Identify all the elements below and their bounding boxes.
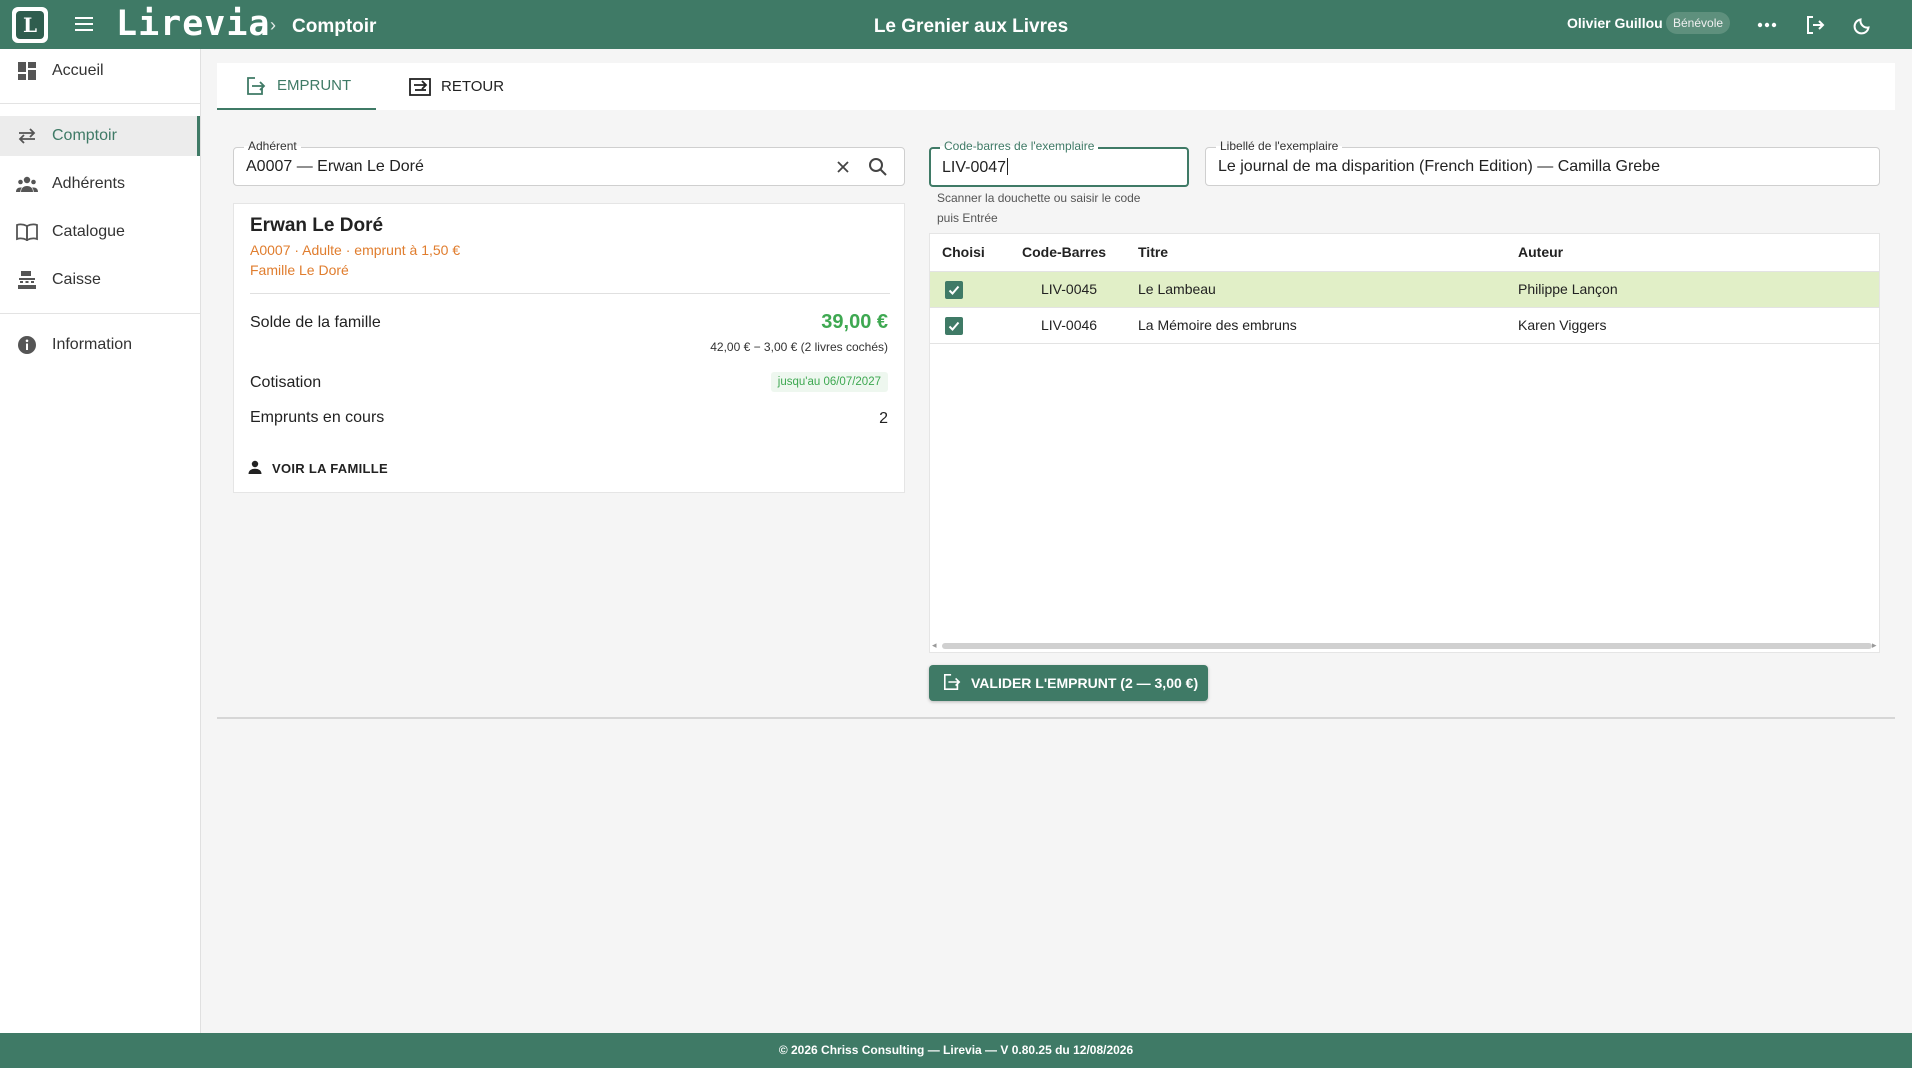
app-logo[interactable]: L bbox=[12, 7, 48, 43]
sidebar-item-adherents[interactable]: Adhérents bbox=[0, 164, 200, 204]
cell-code: LIV-0046 bbox=[1041, 317, 1098, 333]
cell-code: LIV-0045 bbox=[1041, 281, 1098, 297]
checkout-icon bbox=[943, 673, 961, 694]
cash-register-icon bbox=[16, 270, 38, 290]
sidebar-item-information[interactable]: Information bbox=[0, 325, 200, 365]
sidebar-item-label: Adhérents bbox=[52, 175, 125, 192]
scroll-left-icon[interactable]: ◂ bbox=[932, 640, 937, 651]
member-field-value: A0007 — Erwan Le Doré bbox=[246, 158, 424, 175]
sidebar-item-label: Catalogue bbox=[52, 223, 125, 240]
user-role-badge: Bénévole bbox=[1666, 12, 1731, 34]
panel-bottom-border bbox=[217, 717, 1895, 719]
copy-title-field[interactable]: Libellé de l'exemplaire Le journal de ma… bbox=[1205, 139, 1880, 186]
sidebar-item-label: Information bbox=[52, 336, 133, 353]
member-name: Erwan Le Doré bbox=[250, 215, 384, 236]
row-divider bbox=[930, 343, 1879, 344]
sidebar-divider bbox=[0, 313, 200, 314]
clear-icon[interactable] bbox=[834, 158, 852, 176]
barcode-hint: Scanner la douchette ou saisir le code p… bbox=[937, 191, 1141, 225]
sidebar: Accueil Comptoir Adhérents Catalogue Cai… bbox=[0, 49, 201, 1033]
family-balance-value: 39,00 € bbox=[821, 311, 888, 333]
column-header: Choisi bbox=[942, 244, 985, 260]
barcode-input[interactable]: Code-barres de l'exemplaire LIV-0047 bbox=[929, 139, 1189, 187]
see-family-label: VOIR LA FAMILLE bbox=[272, 461, 388, 476]
tab-retour[interactable]: RETOUR bbox=[409, 63, 529, 110]
tab-emprunt[interactable]: EMPRUNT bbox=[217, 63, 376, 110]
top-app-bar: L Lirevia › Comptoir Le Grenier aux Livr… bbox=[0, 0, 1912, 49]
loans-label: Emprunts en cours bbox=[250, 409, 385, 426]
person-icon bbox=[248, 460, 262, 477]
breadcrumb-current-page: Comptoir bbox=[292, 16, 377, 37]
column-header: Code-Barres bbox=[1022, 244, 1107, 260]
more-options-icon[interactable] bbox=[1754, 12, 1780, 38]
search-icon[interactable] bbox=[868, 157, 888, 177]
subscription-label: Cotisation bbox=[250, 374, 322, 391]
user-name: Olivier Guillou bbox=[1567, 15, 1663, 31]
loans-count: 2 bbox=[879, 410, 888, 427]
dashboard-icon bbox=[16, 61, 38, 81]
dark-mode-moon-icon[interactable] bbox=[1850, 12, 1876, 38]
validate-loan-label: VALIDER L'EMPRUNT (2 — 3,00 €) bbox=[971, 675, 1199, 691]
table-row[interactable]: LIV-0045 Le Lambeau Philippe Lançon bbox=[930, 271, 1879, 307]
cell-title: La Mémoire des embruns bbox=[1138, 317, 1297, 333]
barcode-value: LIV-0047 bbox=[942, 158, 1009, 176]
breadcrumb-chevron-icon: › bbox=[270, 15, 276, 35]
horizontal-scrollbar[interactable] bbox=[942, 643, 1872, 649]
sidebar-item-catalogue[interactable]: Catalogue bbox=[0, 212, 200, 252]
see-family-button[interactable]: VOIR LA FAMILLE bbox=[248, 460, 388, 477]
field-label: Libellé de l'exemplaire bbox=[1216, 139, 1343, 153]
sidebar-item-label: Comptoir bbox=[52, 127, 117, 144]
sidebar-divider bbox=[0, 103, 200, 104]
tab-label: EMPRUNT bbox=[277, 77, 352, 94]
member-card: Erwan Le Doré A0007 · Adulte · emprunt à… bbox=[233, 203, 905, 493]
member-family: Famille Le Doré bbox=[250, 262, 349, 278]
cell-title: Le Lambeau bbox=[1138, 281, 1216, 297]
tab-bar: EMPRUNT RETOUR bbox=[217, 63, 1895, 110]
swap-icon bbox=[16, 126, 38, 146]
sidebar-item-label: Accueil bbox=[52, 62, 104, 79]
validate-loan-button[interactable]: VALIDER L'EMPRUNT (2 — 3,00 €) bbox=[929, 665, 1208, 701]
copy-title-value: Le journal de ma disparition (French Edi… bbox=[1218, 158, 1660, 175]
cell-author: Philippe Lançon bbox=[1518, 281, 1618, 297]
column-header: Titre bbox=[1138, 244, 1169, 260]
field-label: Adhérent bbox=[244, 139, 301, 153]
member-info: A0007 · Adulte · emprunt à 1,50 € bbox=[250, 242, 461, 258]
row-checkbox-checked[interactable] bbox=[945, 281, 963, 299]
table-row[interactable]: LIV-0046 La Mémoire des embruns Karen Vi… bbox=[930, 307, 1879, 343]
tab-label: RETOUR bbox=[441, 78, 505, 95]
selected-copies-table: Choisi Code-Barres Titre Auteur LIV-0045… bbox=[929, 233, 1880, 653]
book-icon bbox=[16, 222, 38, 242]
people-icon bbox=[16, 174, 38, 194]
brand-name: Lirevia bbox=[116, 4, 271, 44]
cell-author: Karen Viggers bbox=[1518, 317, 1607, 333]
divider bbox=[250, 293, 890, 294]
sidebar-item-caisse[interactable]: Caisse bbox=[0, 260, 200, 300]
checkout-icon bbox=[245, 75, 267, 97]
sidebar-item-comptoir[interactable]: Comptoir bbox=[0, 116, 200, 156]
scroll-right-icon[interactable]: ▸ bbox=[1872, 640, 1877, 651]
balance-label: Solde de la famille bbox=[250, 314, 381, 331]
field-label: Code-barres de l'exemplaire bbox=[940, 139, 1099, 153]
column-header: Auteur bbox=[1518, 244, 1564, 260]
return-icon bbox=[409, 76, 431, 98]
subscription-badge: jusqu'au 06/07/2027 bbox=[770, 372, 888, 392]
logo-letter: L bbox=[16, 11, 44, 39]
menu-toggle-icon[interactable] bbox=[72, 12, 96, 36]
row-checkbox-checked[interactable] bbox=[945, 317, 963, 335]
sidebar-item-accueil[interactable]: Accueil bbox=[0, 51, 200, 91]
info-icon bbox=[16, 335, 38, 355]
footer: © 2026 Chriss Consulting — Lirevia — V 0… bbox=[0, 1033, 1912, 1068]
sidebar-item-label: Caisse bbox=[52, 271, 101, 288]
balance-detail: 42,00 € − 3,00 € (2 livres cochés) bbox=[710, 340, 888, 354]
logout-icon[interactable] bbox=[1802, 12, 1828, 38]
member-search-input[interactable]: Adhérent A0007 — Erwan Le Doré bbox=[233, 139, 905, 186]
